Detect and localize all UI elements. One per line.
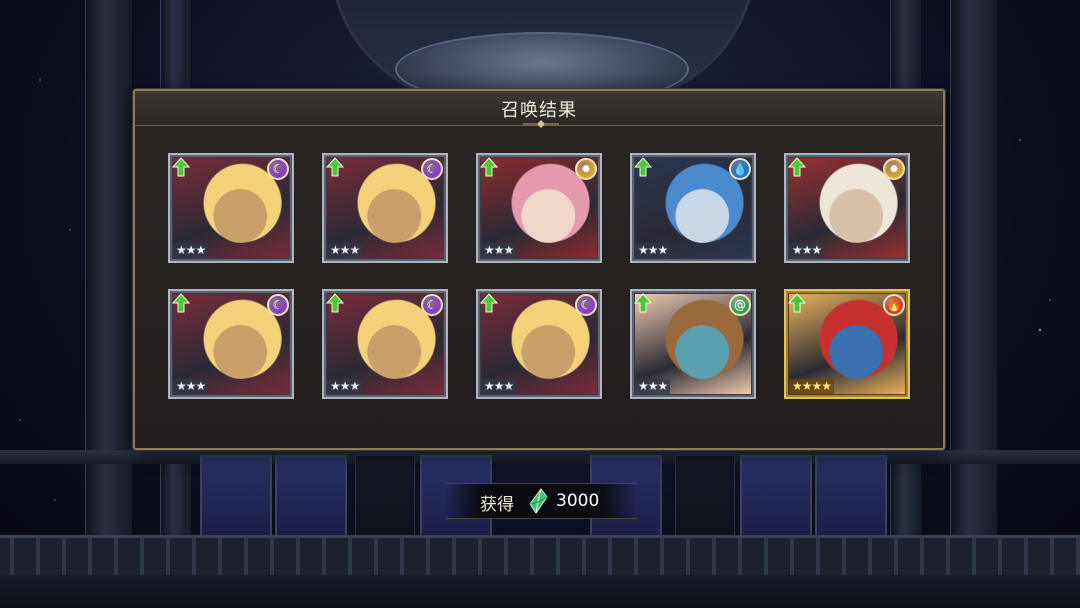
balustrade (0, 535, 1080, 578)
moon-icon: ☾ (421, 158, 443, 180)
rarity-stars: ★★★ (481, 243, 517, 258)
upgrade-arrow-icon (634, 157, 652, 177)
summon-card[interactable]: ☾ ★★★ (168, 153, 294, 263)
upgrade-arrow-icon (172, 157, 190, 177)
upgrade-arrow-icon (788, 293, 806, 313)
summon-result-dialog: 召唤结果 ☾ ★★★ ☾ ★★★ ✹ ★★★ 💧 ★★★ ✹ ★★★ ☾ ★★★ ☾ ★★★ ☾ ★★★ @ ★★… (133, 89, 945, 450)
pillar-right (950, 0, 998, 608)
title-ornament-icon (523, 120, 559, 128)
rarity-stars: ★★★ (327, 379, 363, 394)
summon-card[interactable]: ☾ ★★★ (322, 289, 448, 399)
upgrade-arrow-icon (788, 157, 806, 177)
upgrade-arrow-icon (480, 157, 498, 177)
summon-card[interactable]: ☾ ★★★ (322, 153, 448, 263)
rarity-stars: ★★★ (481, 379, 517, 394)
upgrade-arrow-icon (326, 157, 344, 177)
wind-swirl-icon: @ (729, 294, 751, 316)
reward-bar: 获得 3000 (445, 483, 637, 519)
rarity-stars: ★★★ (635, 243, 671, 258)
rarity-stars: ★★★ (173, 379, 209, 394)
summon-card[interactable]: ☾ ★★★ (168, 289, 294, 399)
card-grid: ☾ ★★★ ☾ ★★★ ✹ ★★★ 💧 ★★★ ✹ ★★★ ☾ ★★★ ☾ ★★★ ☾ ★★★ @ ★★★ 🔥 ★★★… (168, 153, 911, 403)
moon-icon: ☾ (575, 294, 597, 316)
summon-card[interactable]: @ ★★★ (630, 289, 756, 399)
rarity-stars: ★★★ (173, 243, 209, 258)
summon-card[interactable]: 💧 ★★★ (630, 153, 756, 263)
summon-card[interactable]: ✹ ★★★ (476, 153, 602, 263)
dialog-header: 召唤结果 (135, 91, 943, 128)
upgrade-arrow-icon (480, 293, 498, 313)
water-drop-icon: 💧 (729, 158, 751, 180)
upgrade-arrow-icon (326, 293, 344, 313)
flame-icon: 🔥 (883, 294, 905, 316)
green-crystal-icon (529, 488, 548, 514)
summon-card[interactable]: 🔥 ★★★★ (784, 289, 910, 399)
upgrade-arrow-icon (172, 293, 190, 313)
summon-card[interactable]: ☾ ★★★ (476, 289, 602, 399)
moon-icon: ☾ (267, 294, 289, 316)
sun-icon: ✹ (575, 158, 597, 180)
upgrade-arrow-icon (634, 293, 652, 313)
floor (0, 575, 1080, 608)
lower-beam (0, 450, 1080, 464)
pillar-left (85, 0, 133, 608)
rarity-stars: ★★★★ (789, 379, 835, 394)
rarity-stars: ★★★ (789, 243, 825, 258)
moon-icon: ☾ (421, 294, 443, 316)
rarity-stars: ★★★ (635, 379, 671, 394)
reward-label: 获得 (480, 495, 514, 515)
moon-icon: ☾ (267, 158, 289, 180)
reward-amount: 3000 (556, 491, 600, 511)
sun-icon: ✹ (883, 158, 905, 180)
rarity-stars: ★★★ (327, 243, 363, 258)
summon-card[interactable]: ✹ ★★★ (784, 153, 910, 263)
